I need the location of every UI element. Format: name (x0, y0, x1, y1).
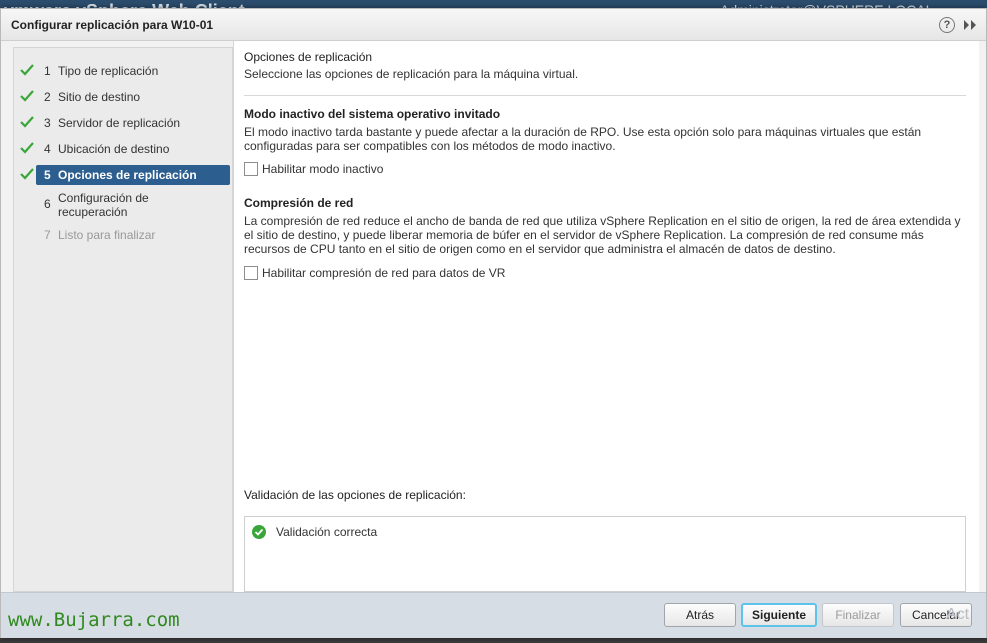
compression-section-title: Compresión de red (244, 196, 354, 210)
step-content-panel: Opciones de replicación Seleccione las o… (233, 41, 979, 592)
activate-windows-watermark: Act (946, 606, 970, 623)
validation-results-box: Validación correcta (244, 516, 966, 592)
quiesce-section-title: Modo inactivo del sistema operativo invi… (244, 107, 501, 121)
quiesce-checkbox-row[interactable]: Habilitar modo inactivo (244, 162, 383, 176)
step-label: Sitio de destino (58, 90, 141, 104)
step-number: 5 (44, 168, 51, 182)
validation-label: Validación de las opciones de replicació… (244, 488, 466, 502)
step-number: 3 (44, 116, 51, 130)
step-label: Tipo de replicación (58, 64, 159, 78)
validation-result-text: Validación correcta (276, 525, 378, 539)
step-number: 7 (44, 228, 51, 242)
quiesce-checkbox[interactable] (244, 162, 258, 176)
compression-checkbox-row[interactable]: Habilitar compresión de red para datos d… (244, 266, 505, 280)
success-icon (252, 525, 266, 539)
checkmark-icon (20, 116, 34, 128)
checkmark-icon (20, 142, 34, 154)
step-number: 1 (44, 64, 51, 78)
dialog-titlebar[interactable]: Configurar replicación para W10-01 ? (1, 9, 986, 41)
compression-checkbox-label[interactable]: Habilitar compresión de red para datos d… (262, 266, 505, 280)
quiesce-checkbox-label[interactable]: Habilitar modo inactivo (262, 162, 383, 176)
checkmark-icon (20, 168, 34, 180)
checkmark-icon (20, 90, 34, 102)
compression-description: La compresión de red reduce el ancho de … (244, 214, 961, 256)
compression-checkbox[interactable] (244, 266, 258, 280)
back-button[interactable]: Atrás (664, 603, 736, 627)
step-sitio-destino[interactable]: 2 Sitio de destino (14, 87, 232, 107)
page-title: Opciones de replicación (244, 50, 373, 64)
step-opciones-replicacion[interactable]: 5 Opciones de replicación (14, 165, 232, 185)
site-watermark: www.Bujarra.com (8, 609, 180, 631)
step-label: Opciones de replicación (58, 168, 197, 182)
finish-button: Finalizar (822, 603, 894, 627)
help-icon[interactable]: ? (939, 17, 955, 33)
step-listo-finalizar: 7 Listo para finalizar (14, 225, 232, 245)
wizard-steps-nav: 1 Tipo de replicación 2 Sitio de destino… (13, 47, 233, 592)
step-number: 6 (44, 197, 51, 211)
step-ubicacion-destino[interactable]: 4 Ubicación de destino (14, 139, 232, 159)
expand-panel-icon[interactable] (961, 16, 979, 34)
quiesce-description: El modo inactivo tarda bastante y puede … (244, 125, 922, 153)
step-servidor-replicacion[interactable]: 3 Servidor de replicación (14, 113, 232, 133)
step-label: Ubicación de destino (58, 142, 170, 156)
next-button[interactable]: Siguiente (741, 603, 817, 627)
step-tipo-replicacion[interactable]: 1 Tipo de replicación (14, 61, 232, 81)
step-number: 4 (44, 142, 51, 156)
replication-wizard-dialog: Configurar replicación para W10-01 ? 1 T… (0, 8, 987, 638)
checkmark-icon (20, 64, 34, 76)
step-configuracion-recuperacion[interactable]: 6 Configuración de recuperación (14, 188, 232, 219)
step-label: Configuración de recuperación (58, 191, 149, 219)
step-label: Listo para finalizar (58, 228, 156, 242)
dialog-title: Configurar replicación para W10-01 (11, 18, 214, 32)
header-divider (244, 95, 966, 96)
step-label: Servidor de replicación (58, 116, 181, 130)
page-subtitle: Seleccione las opciones de replicación p… (244, 67, 579, 81)
step-number: 2 (44, 90, 51, 104)
